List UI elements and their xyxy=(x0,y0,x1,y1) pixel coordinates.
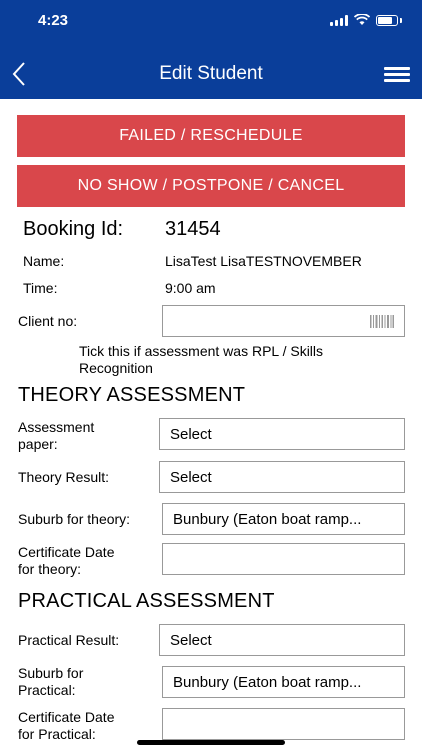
suburb-practical-label-line1: Suburb for xyxy=(18,665,84,681)
name-label: Name: xyxy=(23,253,65,269)
rpl-text-line2: Recognition xyxy=(79,360,153,376)
cert-date-practical-label: Certificate Date for Practical: xyxy=(18,709,114,743)
cert-date-practical-input[interactable] xyxy=(162,708,405,740)
client-no-input[interactable] xyxy=(162,305,405,337)
page-title: Edit Student xyxy=(159,63,263,84)
name-value: LisaTest LisaTESTNOVEMBER xyxy=(165,253,362,269)
practical-heading: PRACTICAL ASSESSMENT xyxy=(18,590,275,612)
practical-result-select[interactable]: Select xyxy=(159,624,405,656)
rpl-checkbox-label[interactable]: Tick this if assessment was RPL / Skills… xyxy=(79,343,323,377)
suburb-practical-label-line2: Practical: xyxy=(18,682,76,698)
suburb-practical-select[interactable]: Bunbury (Eaton boat ramp... xyxy=(162,666,405,698)
cert-date-theory-label-line2: for theory: xyxy=(18,561,82,577)
time-label: Time: xyxy=(23,280,58,296)
suburb-theory-select[interactable]: Bunbury (Eaton boat ramp... xyxy=(162,503,405,535)
status-time: 4:23 xyxy=(38,12,69,29)
theory-heading: THEORY ASSESSMENT xyxy=(18,384,246,406)
cert-date-theory-label: Certificate Date for theory: xyxy=(18,544,114,578)
assessment-paper-label: Assessment paper: xyxy=(18,419,94,453)
signal-icon xyxy=(330,14,348,26)
suburb-theory-label: Suburb for theory: xyxy=(18,511,131,527)
client-no-label: Client no: xyxy=(18,313,78,329)
home-indicator[interactable] xyxy=(137,740,285,745)
nav-header: 4:23 Edit Student xyxy=(0,0,422,99)
theory-result-label: Theory Result: xyxy=(18,469,110,485)
cert-date-practical-label-line2: for Practical: xyxy=(18,726,96,742)
cert-date-theory-label-line1: Certificate Date xyxy=(18,544,115,560)
barcode-icon[interactable] xyxy=(370,315,394,328)
battery-nub xyxy=(400,17,402,23)
assessment-paper-select[interactable]: Select xyxy=(159,418,405,450)
battery-icon xyxy=(376,14,398,26)
booking-id-value: 31454 xyxy=(165,218,221,240)
suburb-practical-label: Suburb for Practical: xyxy=(18,665,83,699)
assessment-paper-label-line1: Assessment xyxy=(18,419,95,435)
theory-result-select[interactable]: Select xyxy=(159,461,405,493)
status-icons xyxy=(330,14,402,26)
hamburger-menu-icon[interactable] xyxy=(384,67,410,83)
failed-reschedule-button[interactable]: FAILED / RESCHEDULE xyxy=(17,115,405,157)
cert-date-practical-label-line1: Certificate Date xyxy=(18,709,115,725)
rpl-text-line1: Tick this if assessment was RPL / Skills xyxy=(79,343,324,359)
time-value: 9:00 am xyxy=(165,280,216,296)
no-show-postpone-cancel-button[interactable]: NO SHOW / POSTPONE / CANCEL xyxy=(17,165,405,207)
wifi-icon xyxy=(354,14,370,25)
booking-id-label: Booking Id: xyxy=(23,218,124,240)
cert-date-theory-input[interactable] xyxy=(162,543,405,575)
practical-result-label: Practical Result: xyxy=(18,632,120,648)
assessment-paper-label-line2: paper: xyxy=(18,436,58,452)
